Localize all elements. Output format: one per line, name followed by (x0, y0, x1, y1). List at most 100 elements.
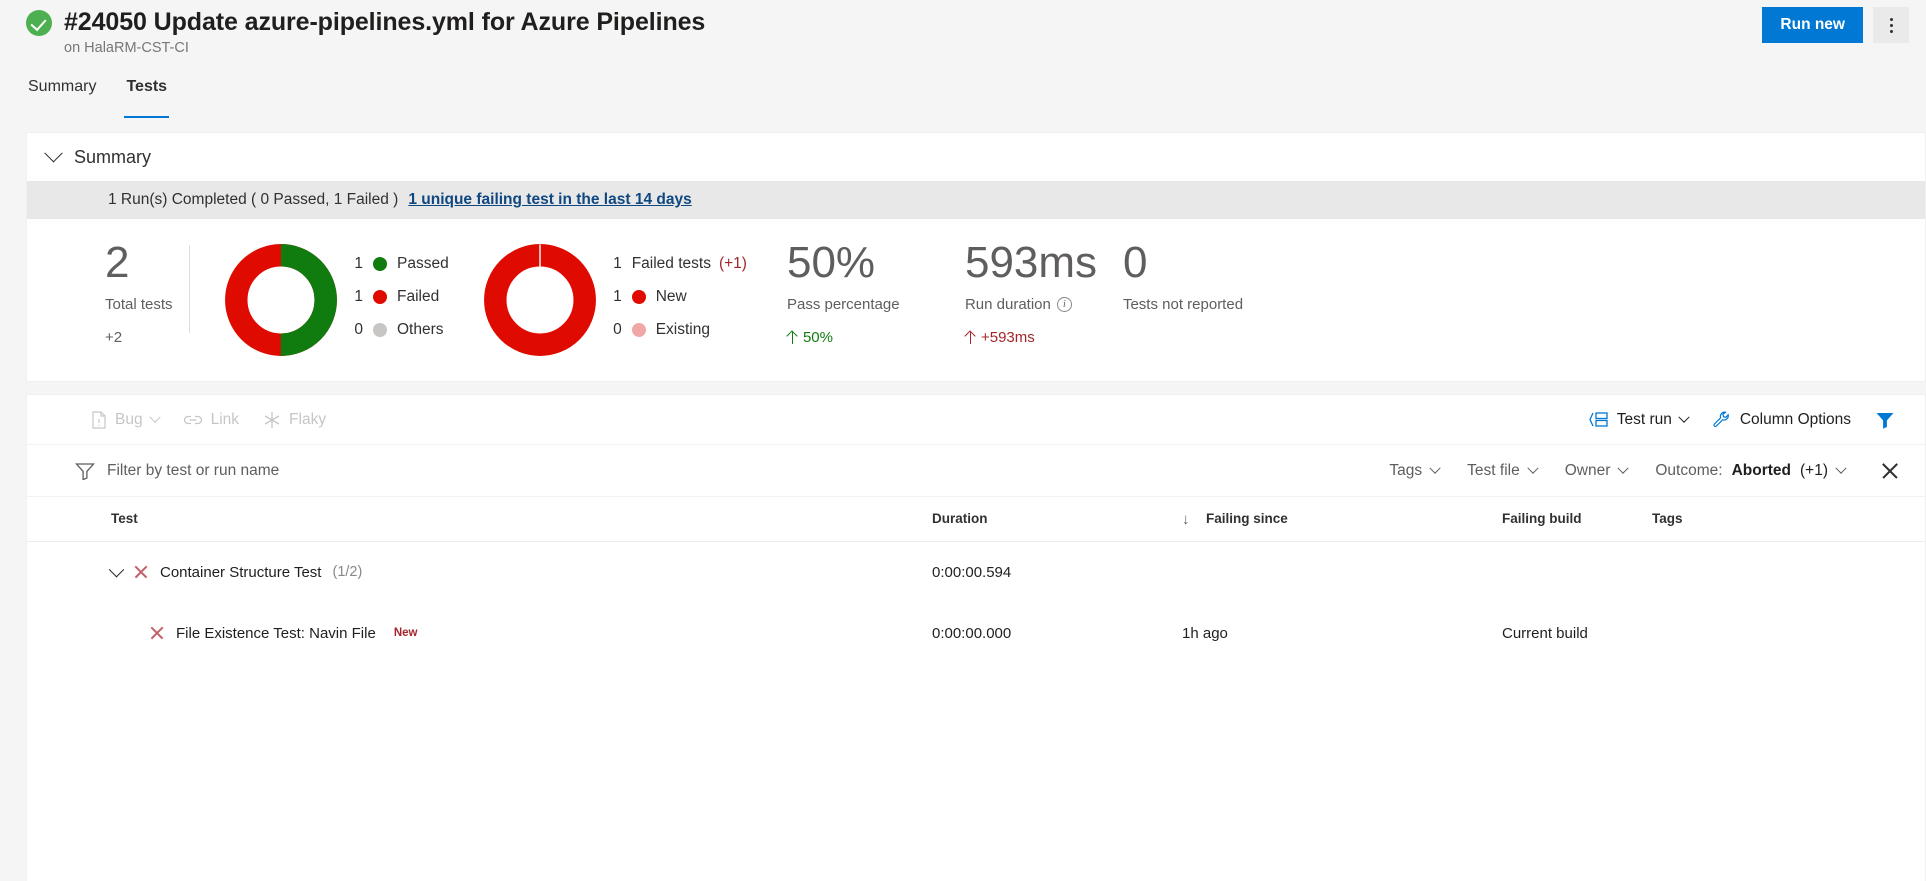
column-header-test[interactable]: Test (27, 497, 932, 541)
filter-chip-owner-label: Owner (1565, 462, 1611, 480)
duration-cell: 0:00:00.000 (932, 603, 1182, 664)
summary-metrics: 50% Pass percentage 50% 593ms Run durati… (747, 241, 1323, 346)
tags-cell (1652, 603, 1925, 664)
metric-pass-percentage: 50% Pass percentage 50% (787, 241, 965, 346)
failing-since-cell (1182, 541, 1502, 603)
table-body: Container Structure Test (1/2) 0:00:00.5… (27, 541, 1925, 664)
flaky-button[interactable]: Flaky (251, 411, 338, 429)
column-header-failing-since[interactable]: Failing since (1182, 497, 1502, 541)
test-run-grouping-button[interactable]: Test run (1577, 411, 1700, 429)
outcome-legend: 1 Passed 1 Failed 0 Others (354, 241, 449, 339)
flaky-snowflake-icon (263, 411, 281, 429)
legend-label-failed: Failed (397, 288, 439, 306)
filter-search-group[interactable]: Filter by test or run name (75, 462, 279, 480)
column-header-failing-since-label: Failing since (1206, 511, 1288, 526)
new-color-dot-icon (632, 290, 646, 304)
chevron-down-icon[interactable] (1678, 411, 1689, 422)
table-row[interactable]: File Existence Test: Navin File New 0:00… (27, 603, 1925, 664)
test-run-label: Test run (1617, 411, 1672, 429)
test-results-card: Bug Link Flaky (26, 394, 1926, 881)
runs-completed-bar: 1 Run(s) Completed ( 0 Passed, 1 Failed … (27, 181, 1925, 219)
unique-failing-test-link[interactable]: 1 unique failing test in the last 14 day… (408, 191, 691, 209)
test-name-cell: Container Structure Test (1/2) (27, 541, 932, 603)
summary-title: Summary (74, 147, 151, 168)
failed-donut-group: 1 Failed tests (+1) 1 New 0 Existing (449, 241, 747, 359)
results-toolbar-left: Bug Link Flaky (79, 411, 338, 429)
info-icon[interactable]: i (1057, 297, 1072, 312)
run-duration-delta-value: +593ms (981, 329, 1035, 346)
column-options-label: Column Options (1740, 411, 1851, 429)
kebab-dot (1890, 24, 1893, 27)
legend-count-passed: 1 (354, 255, 363, 273)
page-title: #24050 Update azure-pipelines.yml for Az… (64, 8, 705, 37)
header-actions: Run new (1762, 7, 1909, 43)
tab-tests[interactable]: Tests (124, 76, 169, 118)
table-header: Test Duration Failing since Failing buil… (27, 497, 1925, 541)
test-name-group: Container Structure Test (1/2) (111, 564, 932, 581)
results-toolbar-right: Test run Column Options (1577, 410, 1907, 430)
failed-tests-count: 1 (613, 255, 622, 273)
filter-chip-test-file-label: Test file (1467, 462, 1520, 480)
legend-item-others: 0 Others (354, 321, 449, 339)
bug-button[interactable]: Bug (79, 411, 171, 429)
legend-item-failed-tests-header: 1 Failed tests (+1) (613, 255, 747, 273)
column-options-button[interactable]: Column Options (1700, 410, 1863, 430)
run-duration-value: 593ms (965, 241, 1123, 285)
bug-label: Bug (115, 411, 143, 429)
filter-chip-owner[interactable]: Owner (1551, 462, 1642, 480)
filter-toggle-button[interactable] (1863, 411, 1907, 429)
new-badge: New (394, 627, 418, 639)
tags-cell (1652, 541, 1925, 603)
arrow-up-icon (965, 331, 976, 344)
chevron-down-icon[interactable] (1618, 462, 1629, 473)
results-toolbar: Bug Link Flaky (27, 395, 1925, 445)
filter-chip-test-file[interactable]: Test file (1453, 462, 1551, 480)
chevron-down-icon[interactable] (1429, 462, 1440, 473)
run-duration-delta: +593ms (965, 329, 1123, 346)
metric-run-duration: 593ms Run duration i +593ms (965, 241, 1123, 346)
legend-count-existing: 0 (613, 321, 622, 339)
column-header-tags[interactable]: Tags (1652, 497, 1925, 541)
page-header: #24050 Update azure-pipelines.yml for Az… (0, 0, 1926, 66)
table-row[interactable]: Container Structure Test (1/2) 0:00:00.5… (27, 541, 1925, 603)
row-expand-chevron-down-icon[interactable] (109, 562, 125, 578)
chevron-down-icon[interactable] (1527, 462, 1538, 473)
failing-build-cell: Current build (1502, 603, 1652, 664)
link-button[interactable]: Link (171, 411, 251, 429)
column-header-duration[interactable]: Duration (932, 497, 1182, 541)
failed-x-icon (149, 625, 165, 641)
success-check-icon (26, 10, 52, 36)
filter-chip-outcome[interactable]: Outcome: Aborted (+1) (1641, 462, 1859, 480)
chevron-down-icon[interactable] (1835, 462, 1846, 473)
summary-section-header[interactable]: Summary (27, 133, 1925, 181)
group-rows-icon (1589, 411, 1609, 428)
legend-item-passed: 1 Passed (354, 255, 449, 273)
chevron-down-icon[interactable] (149, 411, 160, 422)
failing-since-cell: 1h ago (1182, 603, 1502, 664)
more-actions-button[interactable] (1873, 7, 1909, 43)
chevron-down-icon[interactable] (44, 144, 62, 162)
legend-label-others: Others (397, 321, 444, 339)
column-header-failing-build[interactable]: Failing build (1502, 497, 1652, 541)
flaky-label: Flaky (289, 411, 326, 429)
filter-chip-tags[interactable]: Tags (1375, 462, 1453, 480)
summary-card: Summary 1 Run(s) Completed ( 0 Passed, 1… (26, 132, 1926, 382)
test-name-group: File Existence Test: Navin File New (111, 625, 932, 642)
clear-filters-close-icon[interactable] (1873, 454, 1907, 488)
legend-label-passed: Passed (397, 255, 449, 273)
not-reported-value: 0 (1123, 241, 1323, 285)
filter-chip-outcome-value: Aborted (1732, 462, 1791, 480)
legend-item-failed: 1 Failed (354, 288, 449, 306)
failed-legend: 1 Failed tests (+1) 1 New 0 Existing (613, 241, 747, 339)
tab-summary[interactable]: Summary (26, 76, 98, 118)
arrow-up-icon (787, 331, 798, 344)
total-tests-value: 2 (105, 241, 189, 285)
legend-label-existing: Existing (656, 321, 710, 339)
filter-input-placeholder[interactable]: Filter by test or run name (107, 462, 279, 480)
pass-percentage-value: 50% (787, 241, 965, 285)
build-subtitle: on HalaRM-CST-CI (64, 40, 1926, 56)
runs-completed-text: 1 Run(s) Completed ( 0 Passed, 1 Failed … (108, 191, 398, 209)
test-name: File Existence Test: Navin File (176, 625, 376, 642)
outcome-donut-chart (222, 241, 340, 359)
run-new-button[interactable]: Run new (1762, 7, 1863, 43)
